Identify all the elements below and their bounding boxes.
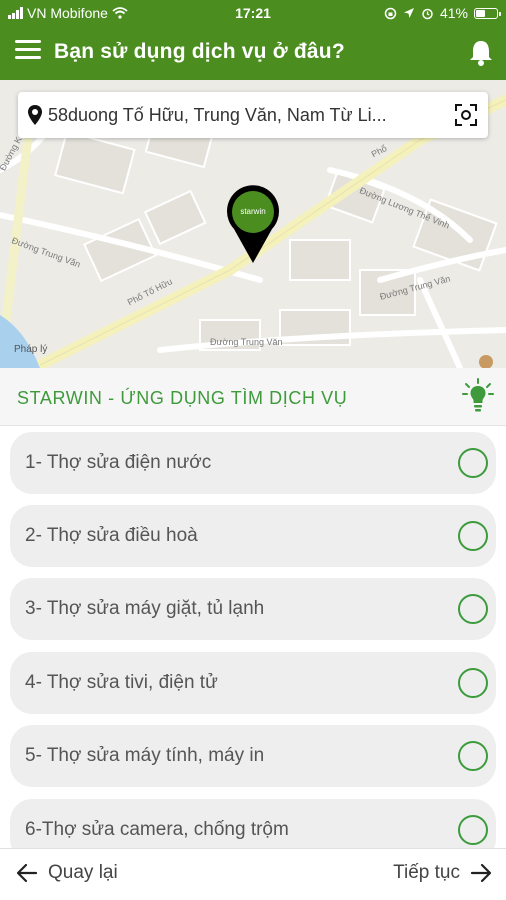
service-label: 4- Thợ sửa tivi, điện tử [25,672,218,693]
alarm-icon [422,8,433,19]
service-item-5[interactable]: 5- Thợ sửa máy tính, máy in [10,725,496,787]
next-label: Tiếp tục [393,862,460,883]
location-arrow-icon [403,8,414,18]
service-radio[interactable] [458,815,488,845]
app-header: VN Mobifone 17:21 41% Bạn sử dụng dịch v… [0,0,506,80]
service-radio[interactable] [458,448,488,478]
bell-icon[interactable] [466,38,496,68]
footer-nav: Quay lại Tiếp tục [0,848,506,900]
service-radio[interactable] [458,521,488,551]
status-bar: VN Mobifone 17:21 41% [0,0,506,28]
arrow-right-icon [470,863,492,883]
arrow-left-icon [16,863,38,883]
next-button[interactable]: Tiếp tục [393,862,492,884]
service-radio[interactable] [458,594,488,624]
service-item-2[interactable]: 2- Thợ sửa điều hoà [10,505,496,567]
marker-label: starwin [240,207,266,216]
map-attribution[interactable]: Pháp lý [14,344,47,355]
service-item-4[interactable]: 4- Thợ sửa tivi, điện tử [10,652,496,714]
back-button[interactable]: Quay lại [16,862,118,884]
location-pin-icon [28,105,42,125]
map-marker-icon[interactable]: starwin [222,185,284,265]
scan-icon[interactable] [454,103,478,127]
section-title: STARWIN - ỨNG DỤNG TÌM DỊCH VỤ [17,388,348,408]
service-label: 3- Thợ sửa máy giặt, tủ lạnh [25,598,265,619]
street-label: Đường Trung Văn [210,337,283,347]
service-radio[interactable] [458,668,488,698]
battery-percent: 41% [439,5,468,21]
lightbulb-icon[interactable] [462,378,494,412]
service-item-6[interactable]: 6-Thợ sửa camera, chống trộm [10,799,496,848]
battery-fill [476,9,486,17]
service-label: 1- Thợ sửa điện nước [25,452,212,473]
service-list[interactable]: 1- Thợ sửa điện nước 2- Thợ sửa điều hoà… [0,426,506,848]
address-search-bar[interactable]: 58duong Tố Hữu, Trung Văn, Nam Từ Li... [18,92,488,138]
service-radio[interactable] [458,741,488,771]
service-label: 5- Thợ sửa máy tính, máy in [25,745,265,766]
map-control-dot [479,355,493,369]
address-text[interactable]: 58duong Tố Hữu, Trung Văn, Nam Từ Li... [48,105,438,126]
back-label: Quay lại [48,862,118,883]
service-item-1[interactable]: 1- Thợ sửa điện nước [10,432,496,494]
section-header: STARWIN - ỨNG DỤNG TÌM DỊCH VỤ [0,368,506,426]
service-item-3[interactable]: 3- Thợ sửa máy giặt, tủ lạnh [10,578,496,640]
battery-icon [474,7,501,19]
status-right: 41% [384,5,501,21]
service-label: 2- Thợ sửa điều hoà [25,525,198,546]
rotation-lock-icon [384,7,397,19]
page-title: Bạn sử dụng dịch vụ ở đâu? [54,40,345,63]
service-label: 6-Thợ sửa camera, chống trộm [25,819,289,840]
menu-icon[interactable] [15,40,41,62]
